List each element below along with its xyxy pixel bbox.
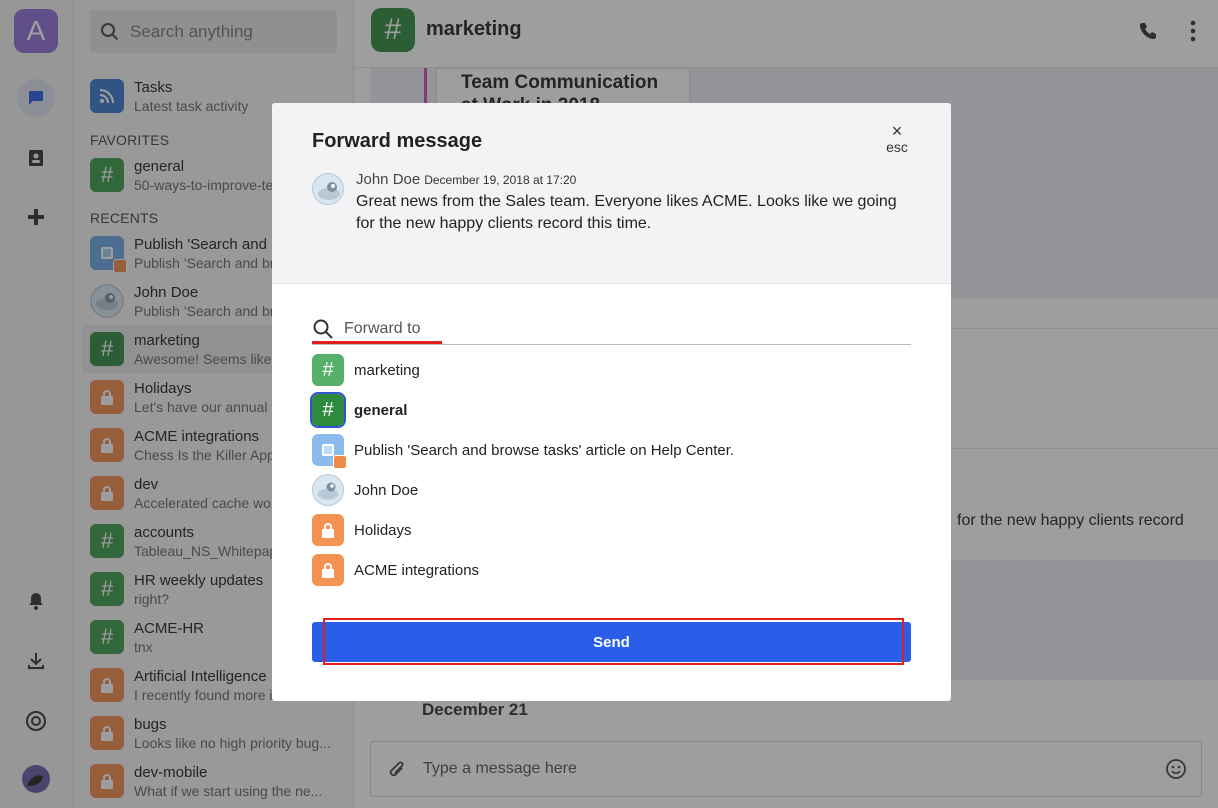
- message-author: John Doe: [356, 171, 421, 188]
- close-button[interactable]: × esc: [883, 121, 911, 155]
- task-icon: [312, 434, 347, 469]
- search-icon: [313, 319, 333, 339]
- forward-option-general[interactable]: # general: [310, 390, 911, 430]
- forward-to-input[interactable]: [344, 319, 884, 338]
- forward-option-marketing[interactable]: # marketing: [312, 350, 911, 390]
- hash-icon: #: [312, 354, 344, 386]
- search-focus-highlight: [312, 341, 442, 344]
- forward-dialog-header: Forward message × esc John Doe December 1…: [272, 103, 951, 284]
- person-avatar-icon: [312, 474, 344, 506]
- option-label: marketing: [354, 361, 420, 379]
- close-icon: ×: [891, 121, 903, 141]
- send-button[interactable]: Send: [312, 622, 911, 662]
- message-text: Great news from the Sales team. Everyone…: [356, 193, 897, 232]
- lock-icon: [312, 514, 344, 546]
- lock-icon: [312, 554, 344, 586]
- forward-option-holidays[interactable]: Holidays: [312, 510, 911, 550]
- option-label: Holidays: [354, 521, 412, 539]
- forward-option-publish-task[interactable]: Publish 'Search and browse tasks' articl…: [312, 430, 911, 470]
- forward-message-dialog: Forward message × esc John Doe December 1…: [272, 103, 951, 701]
- option-label: general: [354, 401, 408, 419]
- option-label: John Doe: [354, 481, 419, 499]
- option-label: Publish 'Search and browse tasks' articl…: [354, 441, 735, 459]
- esc-label: esc: [886, 139, 908, 155]
- lock-badge-icon: [333, 455, 347, 469]
- hash-icon: #: [310, 392, 346, 428]
- person-avatar-icon: [312, 173, 344, 205]
- option-label: ACME integrations: [354, 561, 480, 579]
- message-timestamp: December 19, 2018 at 17:20: [424, 173, 577, 187]
- dialog-title: Forward message: [312, 130, 483, 152]
- forward-option-acme-integrations[interactable]: ACME integrations: [312, 550, 911, 590]
- forward-option-john-doe[interactable]: John Doe: [312, 470, 911, 510]
